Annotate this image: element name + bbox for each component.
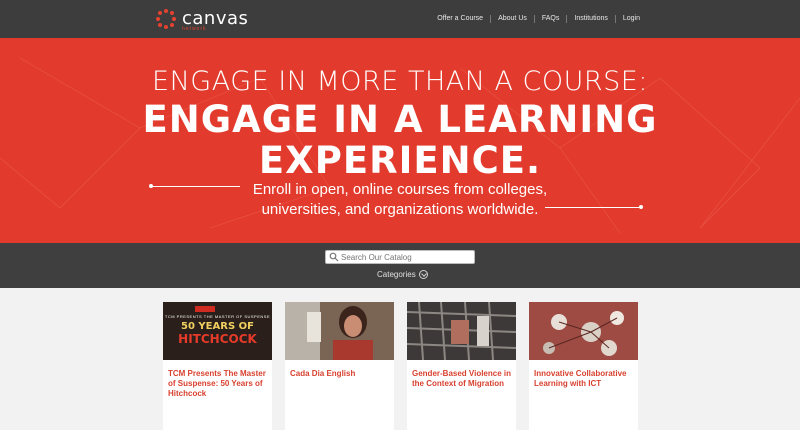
tcm-logo <box>195 306 215 312</box>
hero-headline-line-1: ENGAGE IN MORE THAN A COURSE: <box>152 66 648 97</box>
course-title[interactable]: Cada Dia English <box>290 369 394 379</box>
brand-tagline: network <box>182 26 207 32</box>
hero-banner: ENGAGE IN MORE THAN A COURSE: ENGAGE IN … <box>0 38 800 243</box>
course-thumbnail[interactable]: TCM PRESENTS THE MASTER OF SUSPENSE 50 Y… <box>163 302 272 360</box>
catalog-search-box[interactable] <box>325 250 475 264</box>
course-card[interactable]: Innovative Collaborative Learning with I… <box>529 302 638 430</box>
canvas-logo[interactable]: canvas network <box>156 7 248 32</box>
hero-subtext-line-2: universities, and organizations worldwid… <box>261 201 539 218</box>
nav-faqs[interactable]: FAQs <box>535 15 568 23</box>
course-card[interactable]: TCM PRESENTS THE MASTER OF SUSPENSE 50 Y… <box>163 302 272 430</box>
decorative-line-left <box>149 184 240 188</box>
course-title[interactable]: Innovative Collaborative Learning with I… <box>534 369 638 389</box>
course-title[interactable]: Gender-Based Violence in the Context of … <box>412 369 516 389</box>
search-input[interactable] <box>341 251 471 263</box>
thumbnail-kicker: TCM PRESENTS THE MASTER OF SUSPENSE <box>164 314 271 319</box>
hero-subtext: Enroll in open, online courses from coll… <box>0 180 800 220</box>
course-thumbnail[interactable] <box>285 302 394 360</box>
thumbnail-photo <box>407 302 516 360</box>
course-title[interactable]: TCM Presents The Master of Suspense: 50 … <box>168 369 272 399</box>
thumbnail-photo <box>285 302 394 360</box>
course-thumbnail[interactable] <box>407 302 516 360</box>
chevron-down-icon <box>418 269 428 279</box>
catalog-search-band: Categories <box>0 243 800 288</box>
nav-about-us[interactable]: About Us <box>491 15 535 23</box>
categories-label: Categories <box>377 269 416 279</box>
thumbnail-headline-2: HITCHCOCK <box>178 332 257 346</box>
course-thumbnail[interactable] <box>529 302 638 360</box>
search-icon <box>329 252 339 262</box>
course-cards-section: TCM PRESENTS THE MASTER OF SUSPENSE 50 Y… <box>0 288 800 430</box>
course-card[interactable]: Cada Dia English <box>285 302 394 430</box>
main-nav: Offer a Course About Us FAQs Institution… <box>430 0 640 38</box>
categories-dropdown[interactable]: Categories <box>377 268 428 280</box>
thumbnail-photo <box>529 302 638 360</box>
hero-subtext-line-1: Enroll in open, online courses from coll… <box>252 181 548 198</box>
nav-offer-a-course[interactable]: Offer a Course <box>430 15 492 23</box>
canvas-logo-icon <box>156 9 176 29</box>
decorative-line-right <box>545 205 643 209</box>
nav-institutions[interactable]: Institutions <box>567 15 616 23</box>
thumbnail-headline: 50 YEARS OF <box>181 321 254 332</box>
hero-headline-line-2: ENGAGE IN A LEARNING <box>142 98 658 141</box>
hero-headline-line-3: EXPERIENCE. <box>258 139 542 182</box>
nav-login[interactable]: Login <box>616 15 640 23</box>
top-navigation-bar: canvas network Offer a Course About Us F… <box>0 0 800 38</box>
course-card[interactable]: Gender-Based Violence in the Context of … <box>407 302 516 430</box>
